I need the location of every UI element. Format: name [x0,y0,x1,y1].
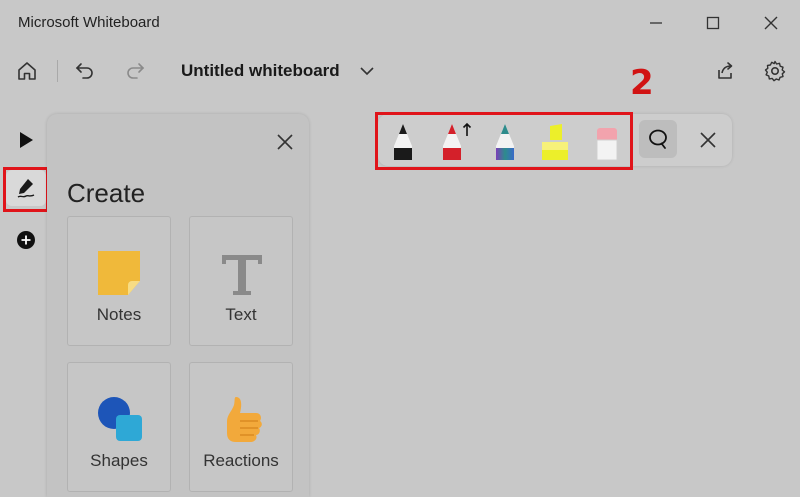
left-tool-rail [6,120,46,260]
chevron-down-icon [360,67,374,76]
home-icon [18,62,36,80]
create-panel-close-button[interactable] [273,130,297,154]
callout-number-2: 2 [630,63,654,103]
close-icon [764,16,778,30]
minimize-button[interactable] [638,8,674,38]
create-text-label: Text [225,305,257,324]
share-button[interactable] [710,56,740,86]
board-title-dropdown[interactable] [358,62,376,85]
redo-button[interactable] [120,56,150,86]
settings-button[interactable] [760,56,790,86]
app-toolbar [0,46,800,96]
inking-tool-button[interactable] [6,170,46,206]
inking-toolbar [378,114,732,166]
eraser-icon[interactable] [590,120,624,164]
close-window-button[interactable] [753,8,789,38]
black-pen-icon[interactable] [386,120,420,164]
create-shapes-label: Shapes [90,451,148,470]
create-reactions-card[interactable]: Reactions [189,362,293,492]
undo-icon [75,63,93,79]
highlighter-icon[interactable] [538,120,572,164]
add-icon [17,231,35,249]
close-icon [277,134,293,150]
create-text-card[interactable]: Text [189,216,293,346]
lasso-icon [649,129,667,149]
title-bar: Microsoft Whiteboard [0,0,800,46]
board-title[interactable]: Untitled whiteboard [181,61,340,81]
lasso-select-button[interactable] [639,120,677,158]
create-reactions-label: Reactions [203,451,279,470]
inking-toolbar-close-button[interactable] [696,128,720,152]
sticky-note-icon [98,251,140,295]
maximize-icon [706,16,720,30]
shapes-icon [98,397,142,441]
text-T-icon [222,255,262,295]
create-panel-title: Create [67,178,146,208]
gear-icon [764,60,786,82]
thumbs-up-icon [227,397,262,442]
select-arrow-icon [20,132,33,148]
create-panel: Create Notes Text Shapes Reactions [47,114,309,497]
inking-pen-icon [17,179,35,198]
toolbar-divider [57,60,58,82]
close-icon [700,132,716,148]
share-icon [718,62,733,79]
create-shapes-card[interactable]: Shapes [67,362,171,492]
create-notes-card[interactable]: Notes [67,216,171,346]
maximize-button[interactable] [695,8,731,38]
redo-icon [127,63,145,79]
undo-button[interactable] [70,56,100,86]
minimize-icon [650,22,662,24]
red-arrow-pen-icon[interactable] [438,120,472,164]
create-notes-label: Notes [96,305,142,324]
rainbow-pen-icon[interactable] [488,120,522,164]
app-title: Microsoft Whiteboard [18,14,160,31]
home-button[interactable] [12,56,42,86]
add-content-button[interactable] [6,222,46,258]
select-tool-button[interactable] [6,122,46,158]
